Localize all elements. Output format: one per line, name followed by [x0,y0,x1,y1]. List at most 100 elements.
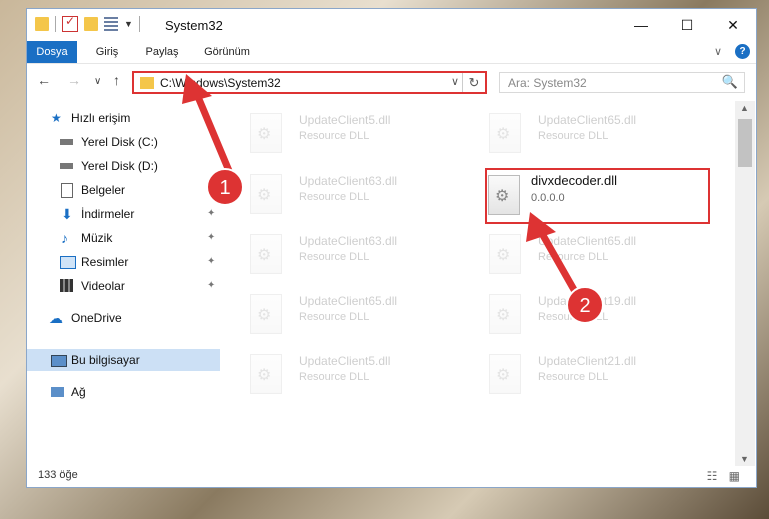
address-dropdown-icon[interactable]: ∨ [451,75,459,88]
maximize-button[interactable]: ☐ [664,9,710,41]
file-name: UpdateClient21.dll [538,354,637,368]
file-description: Resource DLL [299,191,370,203]
refresh-button[interactable]: ↻ [462,73,485,92]
tab-home[interactable]: Giriş [87,41,127,63]
scroll-up-icon[interactable]: ▲ [740,103,749,113]
dll-file-icon [250,354,282,394]
search-icon[interactable]: 🔍 [722,74,738,90]
network-icon [51,387,64,397]
minimize-button[interactable]: — [618,9,664,41]
file-item[interactable]: UpdateClient5.dll Resource DLL [244,348,474,400]
dll-file-icon [250,294,282,334]
vertical-scrollbar[interactable]: ▲ ▼ [735,101,755,466]
sidebar-item-pictures[interactable]: Resimler ✦ [27,251,220,273]
dll-file-icon [250,174,282,214]
file-item[interactable]: UpdateClient65.dll Resource DLL [483,228,713,280]
dll-file-icon [250,113,282,153]
file-description: Resource DLL [538,311,609,323]
file-name: UpdateClient5.dll [299,354,391,368]
window-title: System32 [165,18,223,33]
forward-button[interactable]: → [67,72,81,88]
sidebar-item-label: OneDrive [71,311,122,325]
download-icon: ⬇ [61,206,73,222]
sidebar-item-documents[interactable]: Belgeler ✦ [27,179,220,201]
scrollbar-thumb[interactable] [738,119,752,167]
file-name: UpdateClient65.dll [538,113,637,127]
file-name: UpdateClient19.dll [538,294,637,308]
pin-icon[interactable]: ✦ [207,227,215,249]
recent-locations-button[interactable]: ∨ [94,76,101,87]
close-button[interactable]: ✕ [710,9,756,41]
item-count: 133 öğe [38,469,78,481]
file-name: UpdateClient5.dll [299,113,391,127]
file-item[interactable]: UpdateClient65.dll Resource DLL [483,107,713,159]
file-item[interactable]: UpdateClient65.dll Resource DLL [244,288,474,340]
sidebar-item-quick-access[interactable]: ★ Hızlı erişim [27,107,220,129]
pin-icon[interactable]: ✦ [207,251,215,273]
file-item[interactable]: UpdateClient5.dll Resource DLL [244,107,474,159]
toolbar-dropdown-icon[interactable]: ▼ [124,19,133,29]
file-item[interactable]: UpdateClient63.dll Resource DLL [244,228,474,280]
file-list: UpdateClient5.dll Resource DLL UpdateCli… [240,101,735,456]
search-placeholder: Ara: System32 [508,76,587,90]
up-button[interactable]: ↑ [113,72,120,88]
tab-share[interactable]: Paylaş [137,41,187,63]
dll-file-icon [489,354,521,394]
sidebar-item-drive-d[interactable]: Yerel Disk (D:) [27,155,220,177]
file-description: Resource DLL [299,251,370,263]
sidebar-item-label: Yerel Disk (C:) [81,135,158,149]
pin-icon[interactable]: ✦ [207,203,215,225]
drive-icon [60,139,73,145]
file-version: 0.0.0.0 [531,192,565,204]
sidebar-item-videos[interactable]: Videolar ✦ [27,275,220,297]
properties-check-icon[interactable] [62,14,78,32]
navigation-bar: ← → ∨ ↑ C:\Windows\System32 ∨ ↻ Ara: Sys… [27,64,756,98]
scroll-down-icon[interactable]: ▼ [740,454,749,464]
tab-view[interactable]: Görünüm [197,41,257,63]
file-description: Resource DLL [299,371,370,383]
new-folder-icon[interactable] [84,17,98,31]
sidebar-item-music[interactable]: ♪ Müzik ✦ [27,227,220,249]
dll-file-icon [489,234,521,274]
sidebar-item-drive-c[interactable]: Yerel Disk (C:) [27,131,220,153]
title-bar: ▼ System32 — ☐ ✕ [27,9,756,41]
file-item[interactable]: UpdateClient19.dll Resource DLL [483,288,713,340]
sidebar-item-label: Müzik [81,231,113,245]
view-toggle-icons[interactable]: ☷ ▦ [707,469,744,483]
sidebar-item-label: Resimler [81,255,129,269]
address-bar[interactable]: C:\Windows\System32 ∨ ↻ [132,71,487,94]
file-description: Resource DLL [538,130,609,142]
sidebar-item-downloads[interactable]: ⬇ İndirmeler ✦ [27,203,220,225]
help-icon[interactable]: ? [735,44,750,59]
address-path[interactable]: C:\Windows\System32 [160,76,281,90]
pictures-icon [60,256,76,269]
file-description: Resource DLL [299,311,370,323]
drive-icon [60,163,73,169]
sidebar-item-this-pc[interactable]: Bu bilgisayar [27,349,220,371]
folder-icon[interactable] [35,17,49,31]
star-icon: ★ [51,111,62,125]
highlighted-file-divxdecoder[interactable]: divxdecoder.dll 0.0.0.0 [485,168,710,224]
sidebar-item-label: Yerel Disk (D:) [81,159,158,173]
pin-icon[interactable]: ✦ [207,179,215,201]
dll-file-icon [489,113,521,153]
ribbon-expand-icon[interactable]: ∨ [710,41,726,63]
pin-icon[interactable]: ✦ [207,275,215,297]
file-item[interactable]: UpdateClient21.dll Resource DLL [483,348,713,400]
sidebar-item-label: Ağ [71,385,86,399]
search-input[interactable]: Ara: System32 🔍 [499,72,745,93]
back-button[interactable]: ← [37,72,51,88]
file-name: UpdateClient65.dll [299,294,398,308]
ribbon-tabs: Dosya Giriş Paylaş Görünüm ∨ ? [27,41,756,64]
file-item[interactable]: divxdecoder.dll 0.0.0.0 [485,169,715,221]
cloud-icon: ☁ [49,310,63,326]
file-description: Resource DLL [538,251,609,263]
sidebar-item-label: Videolar [81,279,125,293]
file-item[interactable]: UpdateClient63.dll Resource DLL [244,168,474,220]
file-name: divxdecoder.dll [531,173,617,188]
tab-file[interactable]: Dosya [27,41,77,63]
sidebar-item-label: Belgeler [81,183,126,197]
sidebar-item-network[interactable]: Ağ [27,381,220,403]
sidebar-item-onedrive[interactable]: ☁ OneDrive [27,307,220,329]
customize-toolbar-icon[interactable] [104,17,118,31]
